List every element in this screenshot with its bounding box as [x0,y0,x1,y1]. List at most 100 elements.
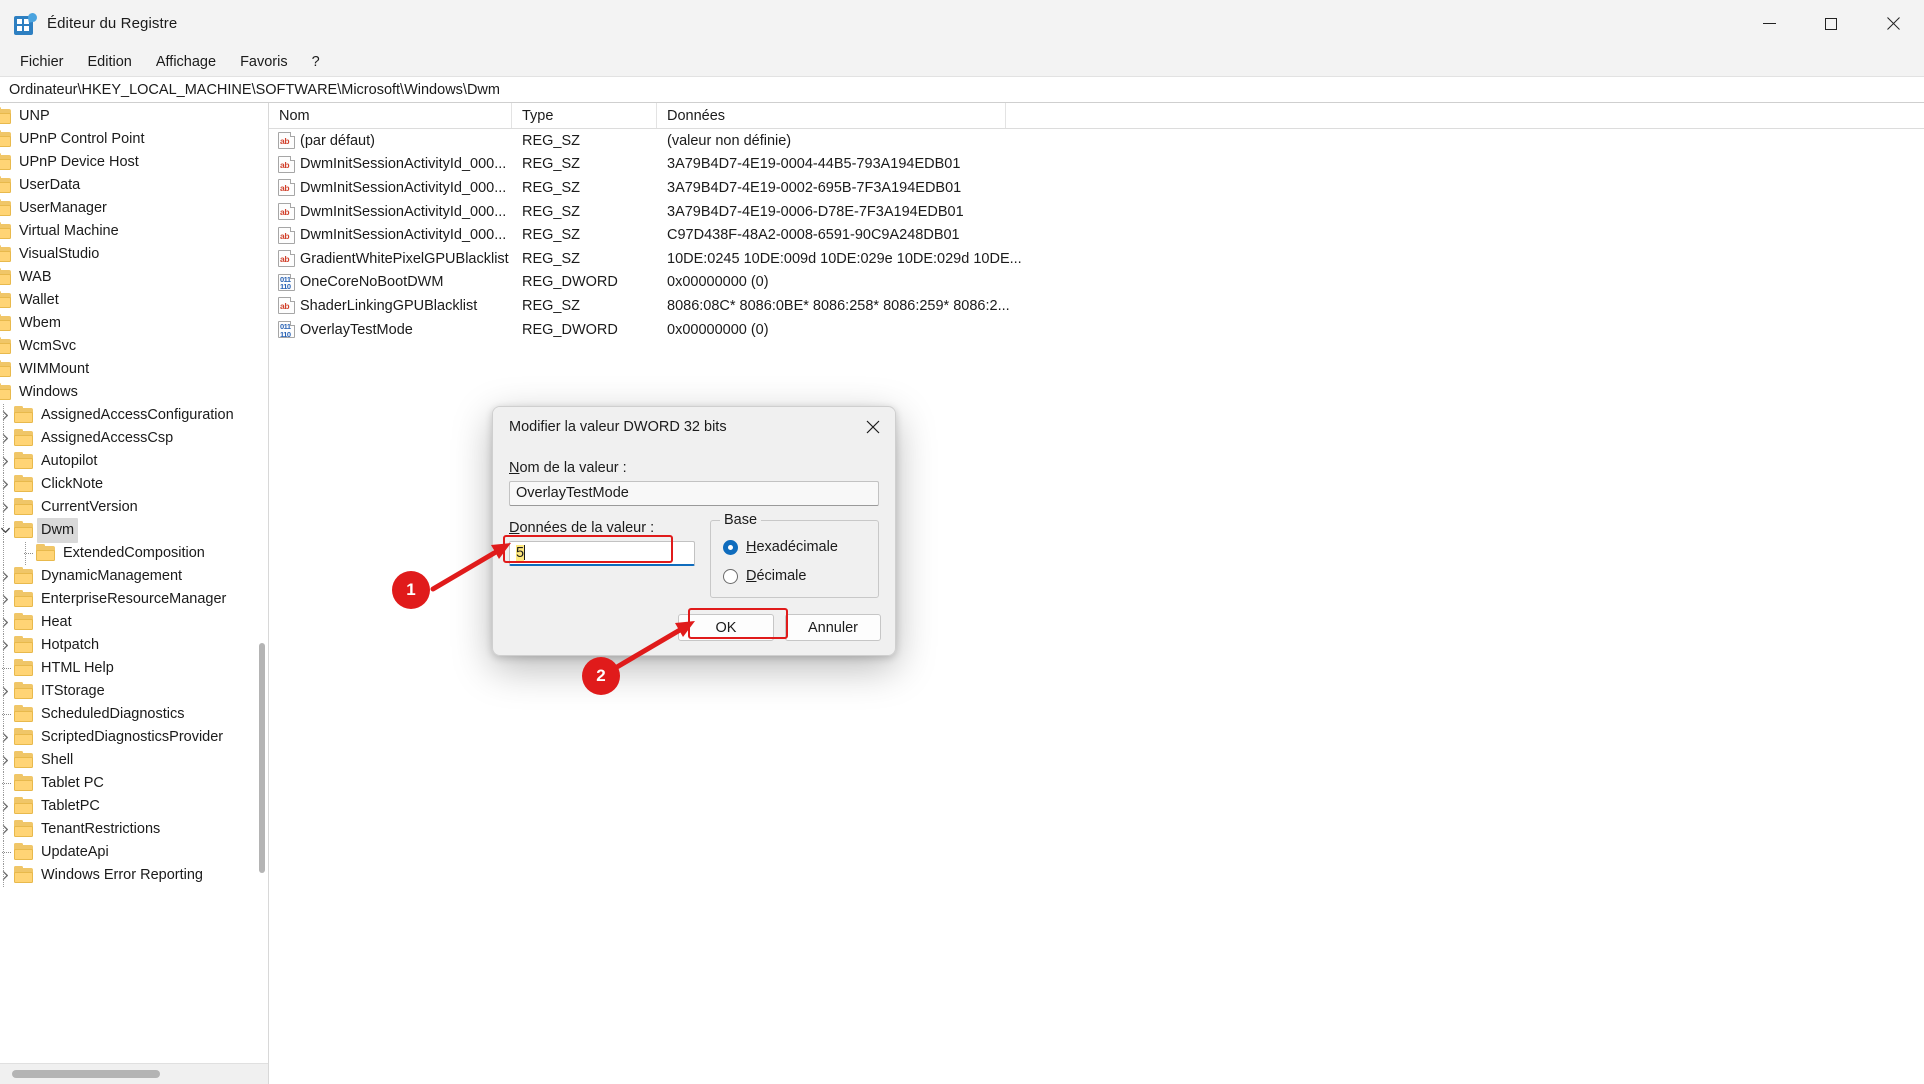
tree-node[interactable]: WAB [0,266,268,289]
column-header-nom[interactable]: Nom [269,103,512,128]
tree-node[interactable]: Windows [0,381,268,404]
tree-node[interactable]: UNP [0,105,268,128]
tree-horizontal-scrollbar[interactable] [0,1063,268,1084]
menu-item-affichage[interactable]: Affichage [144,51,228,73]
tree-node[interactable]: CurrentVersion [0,496,268,519]
tree-node-label: Shell [41,752,74,768]
tree-node[interactable]: Virtual Machine [0,220,268,243]
table-row[interactable]: ab DwmInitSessionActivityId_000... REG_SZ 3… [269,200,1924,224]
tree-node[interactable]: TabletPC [0,795,268,818]
address-bar[interactable]: Ordinateur\HKEY_LOCAL_MACHINE\SOFTWARE\M… [0,77,1924,103]
tree-node[interactable]: Autopilot [0,450,268,473]
value-data-input[interactable]: 5 [509,541,695,566]
cell-type: REG_SZ [522,250,581,267]
tree-node[interactable]: Shell [0,749,268,772]
tree-node-label: Dwm [37,518,79,543]
tree-node[interactable]: AssignedAccessCsp [0,427,268,450]
tree-vertical-scrollbar[interactable] [256,103,268,1062]
tree-node[interactable]: UPnP Device Host [0,151,268,174]
tree-node[interactable]: UserManager [0,197,268,220]
tree-leaf-marker [0,841,14,864]
base-group: Base Hexadécimale Décimale [710,512,879,598]
tree-node[interactable]: ITStorage [0,680,268,703]
folder-icon [14,613,33,630]
cell-type: REG_SZ [522,156,581,173]
tree-guide-line [3,542,4,565]
tree-node[interactable]: Wbem [0,312,268,335]
tree-node-label: Windows Error Reporting [41,867,203,883]
radio-decimale[interactable]: Décimale [723,563,878,589]
tree-node-label: ExtendedComposition [63,545,205,561]
tree-node-label: UNP [19,108,50,124]
menu-item-help[interactable]: ? [300,51,332,73]
table-row[interactable]: 011 110 OverlayTestMode REG_DWORD 0x00000000… [269,318,1924,342]
tree-node[interactable]: UpdateApi [0,841,268,864]
ok-button[interactable]: OK [678,614,774,641]
dialog-close-button[interactable] [851,407,895,446]
maximize-button[interactable] [1800,0,1862,47]
radio-hexadecimale-indicator[interactable] [723,539,738,555]
tree-node[interactable]: UPnP Control Point [0,128,268,151]
dialog-title-bar: Modifier la valeur DWORD 32 bits [493,407,895,446]
tree-node-label: AssignedAccessCsp [41,430,174,446]
minimize-button[interactable] [1738,0,1800,47]
cell-name: ab DwmInitSessionActivityId_000... [269,203,512,221]
table-row[interactable]: ab ShaderLinkingGPUBlacklist REG_SZ 8086:08… [269,294,1924,318]
table-row[interactable]: ab DwmInitSessionActivityId_000... REG_SZ 3… [269,176,1924,200]
close-icon [1886,17,1900,31]
radio-hexadecimale[interactable]: Hexadécimale [723,534,878,560]
registry-tree[interactable]: UNP UPnP Control Point UPnP Device Host Use… [0,103,268,1062]
tree-node-label: AssignedAccessConfiguration [41,407,234,423]
folder-icon [0,199,11,216]
value-data-label-accel: D [509,520,520,536]
menu-item-fichier[interactable]: Fichier [8,51,76,73]
main-content: UNP UPnP Control Point UPnP Device Host Use… [0,103,1924,1084]
table-row[interactable]: 011 110 OneCoreNoBootDWM REG_DWORD 0x0000000… [269,271,1924,295]
tree-node[interactable]: Windows Error Reporting [0,864,268,887]
menu-item-edition[interactable]: Edition [76,51,144,73]
tree-node[interactable]: TenantRestrictions [0,818,268,841]
tree-node[interactable]: Hotpatch [0,634,268,657]
cell-name: 011 110 OneCoreNoBootDWM [269,273,512,291]
tree-node[interactable]: ScheduledDiagnostics [0,703,268,726]
string-value-icon: ab [278,226,295,244]
tree-node[interactable]: ExtendedComposition [0,542,268,565]
tree-node[interactable]: EnterpriseResourceManager [0,588,268,611]
tree-guide-line [3,496,4,519]
tree-node[interactable]: DynamicManagement [0,565,268,588]
tree-horizontal-scroll-thumb[interactable] [12,1070,160,1078]
tree-node[interactable]: ClickNote [0,473,268,496]
tree-node[interactable]: HTML Help [0,657,268,680]
radio-decimale-indicator[interactable] [723,568,738,584]
tree-node[interactable]: AssignedAccessConfiguration [0,404,268,427]
tree-node[interactable]: VisualStudio [0,243,268,266]
tree-node[interactable]: Heat [0,611,268,634]
tree-vertical-scroll-thumb[interactable] [259,643,265,873]
tree-node[interactable]: WcmSvc [0,335,268,358]
tree-node-label: ClickNote [41,476,104,492]
tree-node[interactable]: WIMMount [0,358,268,381]
cell-data: 0x00000000 (0) [667,321,769,338]
title-bar: Éditeur du Registre [0,0,1924,47]
tree-node[interactable]: Wallet [0,289,268,312]
close-button[interactable] [1862,0,1924,47]
tree-node[interactable]: ScriptedDiagnosticsProvider [0,726,268,749]
menu-item-favoris[interactable]: Favoris [228,51,300,73]
table-row[interactable]: ab GradientWhitePixelGPUBlacklist REG_SZ 10… [269,247,1924,271]
value-name-input[interactable]: OverlayTestMode [509,481,879,506]
column-header-type[interactable]: Type [512,103,657,128]
tree-node[interactable]: UserData [0,174,268,197]
column-header-donnees[interactable]: Données [657,103,1006,128]
table-row[interactable]: ab DwmInitSessionActivityId_000... REG_SZ 3… [269,153,1924,177]
folder-icon [14,705,33,722]
cell-name-text: (par défaut) [300,132,375,149]
dialog-row-data-base: Données de la valeur : 5 Base Hexadécima… [509,512,879,598]
table-row[interactable]: ab (par défaut) REG_SZ (valeur non définie) [269,129,1924,153]
table-row[interactable]: ab DwmInitSessionActivityId_000... REG_SZ C… [269,223,1924,247]
tree-node-label: WIMMount [19,361,90,377]
tree-node[interactable]: Tablet PC [0,772,268,795]
tree-node-label: UserData [19,177,81,193]
tree-node[interactable]: Dwm [0,518,268,543]
cancel-button[interactable]: Annuler [785,614,881,641]
tree-guide-line [3,864,4,887]
